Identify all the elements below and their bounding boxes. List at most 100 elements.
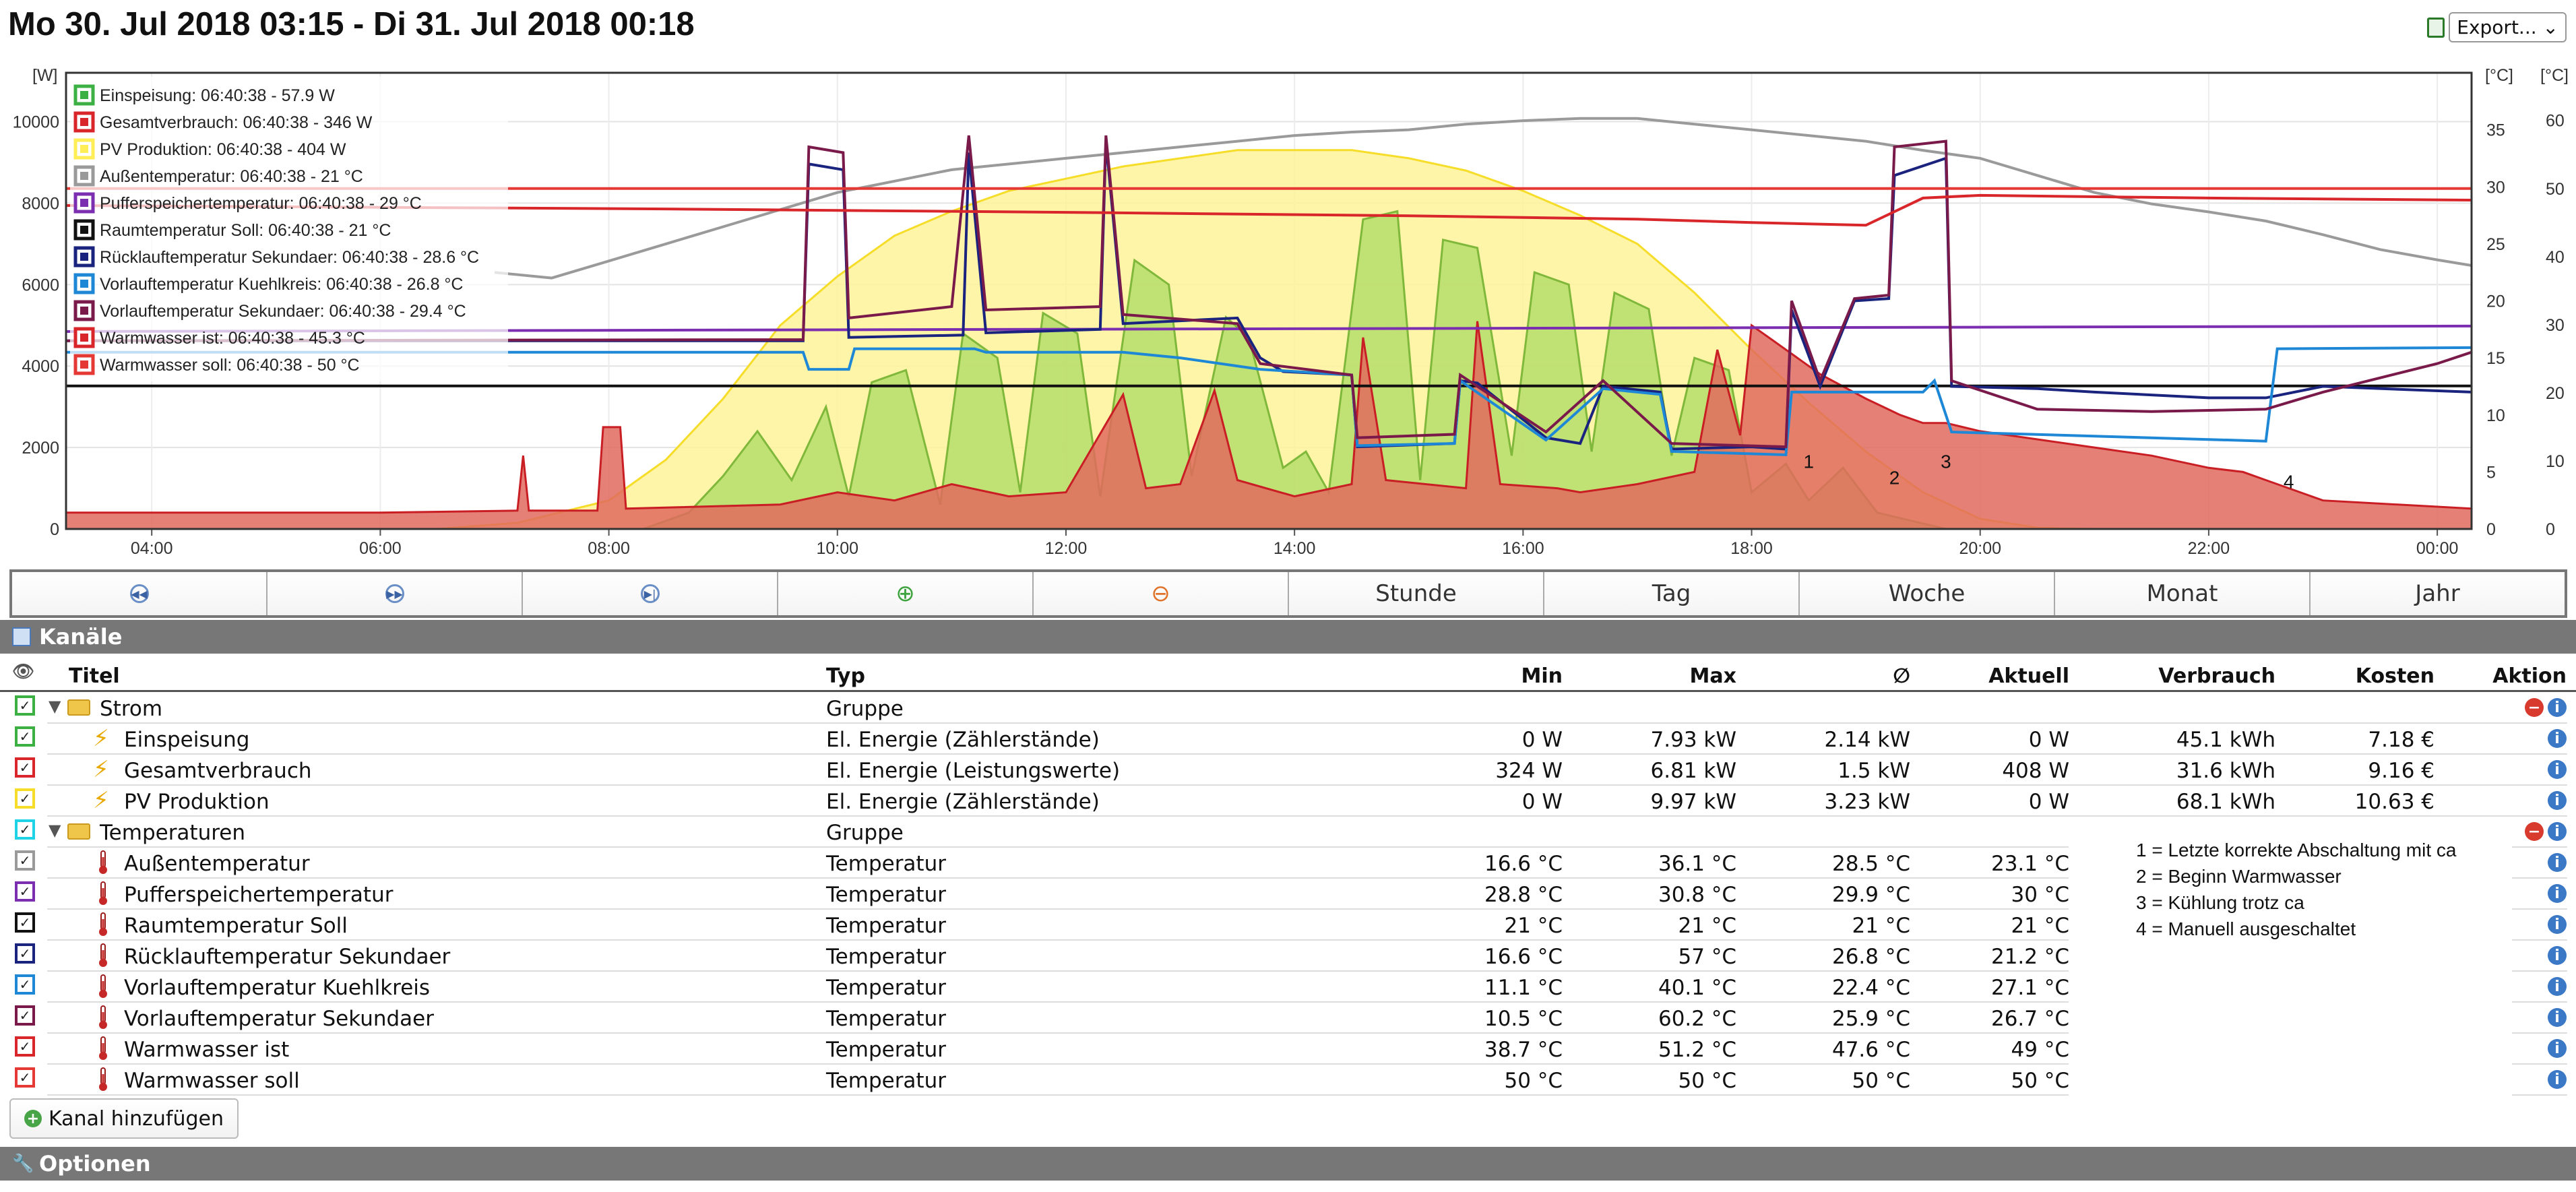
info-icon[interactable]: i	[2548, 791, 2567, 810]
page-title: Mo 30. Jul 2018 03:15 - Di 31. Jul 2018 …	[8, 6, 695, 42]
info-icon[interactable]: i	[2548, 1008, 2567, 1027]
channel-max: 21 °C	[1678, 914, 1736, 938]
nav-skip-end-button[interactable]: ▶|	[523, 572, 778, 615]
channel-current: 49 °C	[2011, 1038, 2069, 1062]
table-row[interactable]: ✓ Rücklauftemperatur Sekundaer Temperatur 1…	[0, 941, 2576, 972]
channel-max: 57 °C	[1678, 945, 1736, 969]
info-icon[interactable]: i	[2548, 698, 2567, 717]
channels-section-header[interactable]: Kanäle	[0, 620, 2576, 654]
info-icon[interactable]: i	[2548, 946, 2567, 965]
nav-zoom-in-button[interactable]: ⊕	[778, 572, 1034, 615]
channel-type: Temperatur	[826, 1069, 946, 1093]
legend-entry: Gesamtverbrauch: 06:40:38 - 346 W	[100, 113, 373, 132]
channel-title: Pufferspeichertemperatur	[124, 883, 394, 907]
channel-title: Vorlauftemperatur Kuehlkreis	[124, 976, 431, 1000]
info-icon[interactable]: i	[2548, 977, 2567, 996]
col-max: Max	[1689, 664, 1736, 688]
plus-icon: +	[24, 1110, 42, 1127]
table-row[interactable]: ✓ Warmwasser soll Temperatur 50 °C 50 °C 50 °…	[0, 1065, 2576, 1096]
add-channel-button[interactable]: + Kanal hinzufügen	[9, 1098, 239, 1139]
expand-triangle-icon[interactable]: ▼	[49, 821, 61, 840]
channel-visible-checkbox[interactable]: ✓	[15, 757, 35, 778]
channel-current: 0 W	[2028, 790, 2069, 814]
info-icon[interactable]: i	[2548, 884, 2567, 903]
channel-type: Temperatur	[826, 1038, 946, 1062]
channel-type: El. Energie (Leistungswerte)	[826, 759, 1121, 783]
nav-fast-forward-button[interactable]: ▶▶	[268, 572, 523, 615]
channel-visible-checkbox[interactable]: ✓	[15, 943, 35, 964]
y-right1-axis-label: [°C]	[2485, 66, 2513, 85]
channel-title: Außentemperatur	[124, 852, 310, 876]
legend-entry: Warmwasser ist: 06:40:38 - 45.3 °C	[100, 329, 365, 348]
nav-monat-button[interactable]: Monat	[2055, 572, 2311, 615]
row-divider	[47, 1094, 2069, 1096]
table-row[interactable]: ✓ ⚡ Einspeisung El. Energie (Zählerstände) 0…	[0, 724, 2576, 755]
channel-visible-checkbox[interactable]: ✓	[15, 850, 35, 871]
annotation-note: 4 = Manuell ausgeschaltet	[2136, 918, 2356, 939]
channel-visible-checkbox[interactable]: ✓	[15, 695, 35, 716]
table-row[interactable]: ✓ ⚡ Gesamtverbrauch El. Energie (Leistungsw…	[0, 755, 2576, 786]
options-section-header[interactable]: 🔧 Optionen	[0, 1147, 2576, 1181]
info-icon[interactable]: i	[2548, 822, 2567, 841]
info-icon[interactable]: i	[2548, 1070, 2567, 1089]
y-right2-tick-label: 60	[2546, 112, 2565, 131]
channel-visible-checkbox[interactable]: ✓	[15, 1067, 35, 1088]
channel-current: 23.1 °C	[1990, 852, 2069, 876]
table-row[interactable]: ✓ Warmwasser ist Temperatur 38.7 °C 51.2 °C 4…	[0, 1034, 2576, 1065]
y-right1-tick-label: 10	[2486, 406, 2505, 425]
info-icon[interactable]: i	[2548, 1039, 2567, 1058]
remove-group-icon[interactable]: −	[2525, 822, 2544, 841]
expand-triangle-icon[interactable]: ▼	[49, 697, 61, 716]
nav-tag-button[interactable]: Tag	[1544, 572, 1800, 615]
channel-max: 9.97 kW	[1650, 790, 1736, 814]
table-row[interactable]: ✓ Vorlauftemperatur Kuehlkreis Temperatur 1…	[0, 972, 2576, 1003]
table-row[interactable]: ✓ ⚡ PV Produktion El. Energie (Zählerstände…	[0, 786, 2576, 817]
legend-swatch-fill	[80, 307, 88, 315]
channel-current: 21 °C	[2011, 914, 2069, 938]
info-icon[interactable]: i	[2548, 729, 2567, 748]
chart[interactable]: 020004000600080001000004:00 06:00 08:00 10:…	[0, 59, 2576, 561]
folder-icon	[67, 823, 90, 840]
channel-visible-checkbox[interactable]: ✓	[15, 1005, 35, 1026]
y-right2-tick-label: 0	[2546, 520, 2555, 539]
skip-end-icon: ▶|	[640, 584, 660, 603]
nav-stunde-button[interactable]: Stunde	[1289, 572, 1544, 615]
col-action: Aktion	[2492, 664, 2567, 688]
channel-min: 16.6 °C	[1484, 945, 1563, 969]
channel-visible-checkbox[interactable]: ✓	[15, 819, 35, 840]
export-icon[interactable]	[2427, 17, 2445, 38]
channel-visible-checkbox[interactable]: ✓	[15, 726, 35, 747]
group-row[interactable]: ✓ ▼ Strom Gruppe − i	[0, 693, 2576, 724]
channel-min: 0 W	[1521, 790, 1563, 814]
nav-label: Woche	[1888, 580, 1966, 607]
channel-visible-checkbox[interactable]: ✓	[15, 881, 35, 902]
nav-jahr-button[interactable]: Jahr	[2311, 572, 2565, 615]
legend-swatch-fill	[80, 360, 88, 369]
channel-visible-checkbox[interactable]: ✓	[15, 974, 35, 995]
nav-label: Tag	[1652, 580, 1691, 607]
nav-woche-button[interactable]: Woche	[1800, 572, 2055, 615]
col-avg: ∅	[1893, 664, 1910, 688]
legend-entry: Pufferspeichertemperatur: 06:40:38 - 29 …	[100, 194, 422, 213]
annotation-marker: 2	[1889, 468, 1900, 489]
export-label: Export...	[2457, 16, 2537, 38]
info-icon[interactable]: i	[2548, 915, 2567, 934]
nav-zoom-out-button[interactable]: ⊖	[1034, 572, 1289, 615]
nav-rewind-button[interactable]: ◀◀	[12, 572, 268, 615]
channel-title: Einspeisung	[124, 728, 250, 752]
channel-visible-checkbox[interactable]: ✓	[15, 912, 35, 933]
table-row[interactable]: ✓ Vorlauftemperatur Sekundaer Temperatur 10…	[0, 1003, 2576, 1034]
export-dropdown[interactable]: Export... ⌄	[2449, 12, 2567, 42]
x-tick-label: 18:00	[1730, 539, 1773, 558]
y-right2-axis-label: [°C]	[2540, 66, 2569, 85]
table-header: 👁 Titel Typ Min Max ∅ Aktuell Verbrauch …	[0, 660, 2576, 692]
navigation-bar: ◀◀ ▶▶ ▶| ⊕ ⊖ Stunde Tag Woche Monat Jahr	[9, 569, 2567, 618]
fast-forward-icon: ▶▶	[385, 584, 404, 603]
channel-min: 16.6 °C	[1484, 852, 1563, 876]
remove-group-icon[interactable]: −	[2525, 698, 2544, 717]
channel-current: 27.1 °C	[1990, 976, 2069, 1000]
channel-visible-checkbox[interactable]: ✓	[15, 788, 35, 809]
channel-visible-checkbox[interactable]: ✓	[15, 1036, 35, 1057]
info-icon[interactable]: i	[2548, 853, 2567, 872]
info-icon[interactable]: i	[2548, 760, 2567, 779]
